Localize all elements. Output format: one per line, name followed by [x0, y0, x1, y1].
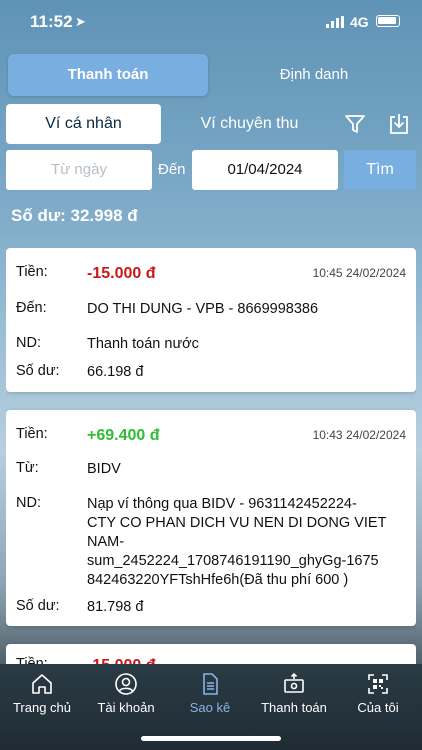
- payment-icon: [284, 672, 304, 693]
- tab-label: Thanh toán: [261, 700, 327, 715]
- signal-icon: [326, 16, 344, 28]
- note-label: ND:: [16, 495, 41, 511]
- amount-value: -15.000 đ: [87, 656, 406, 664]
- download-icon[interactable]: [387, 112, 411, 136]
- network-type: 4G: [350, 14, 369, 30]
- tab-sao-ke[interactable]: Sao kê: [168, 672, 252, 715]
- battery-icon: [376, 15, 400, 27]
- to-label: Đến: [158, 161, 186, 178]
- transaction-card[interactable]: Tiền: +69.400 đ 10:43 24/02/2024 Từ: BID…: [6, 410, 416, 626]
- current-balance: Số dư: 32.998 đ: [11, 206, 138, 225]
- tab-vi-ca-nhan[interactable]: Ví cá nhân: [6, 104, 161, 144]
- amount-label: Tiền:: [16, 656, 48, 664]
- tab-label: Sao kê: [189, 700, 231, 715]
- tab-label: Tài khoản: [97, 700, 155, 715]
- balance-value: 66.198 đ: [87, 364, 144, 380]
- amount-label: Tiền:: [16, 426, 48, 442]
- tab-tai-khoan[interactable]: Tài khoản: [84, 672, 168, 715]
- tab-trang-chu[interactable]: Trang chủ: [0, 672, 84, 715]
- user-icon: [115, 673, 137, 695]
- balance-label: Số dư:: [16, 598, 60, 614]
- to-date-field[interactable]: 01/04/2024: [192, 150, 338, 190]
- tab-label: Trang chủ: [12, 700, 72, 715]
- note-value: Nạp ví thông qua BIDV - 9631142452224- C…: [87, 496, 387, 588]
- note-value: Thanh toán nước: [87, 336, 199, 352]
- home-icon: [32, 674, 52, 694]
- party-label: Từ:: [16, 460, 39, 476]
- transaction-time: 10:45 24/02/2024: [312, 266, 406, 280]
- tab-dinh-danh[interactable]: Định danh: [214, 54, 414, 96]
- transaction-card[interactable]: Tiền: -15.000 đ 10:45 24/02/2024 Đến: DO…: [6, 248, 416, 392]
- note-label: ND:: [16, 335, 41, 351]
- amount-label: Tiền:: [16, 264, 48, 280]
- tab-cua-toi[interactable]: Của tôi: [336, 672, 420, 715]
- home-indicator: [141, 736, 281, 741]
- top-segmented-control: Thanh toán Định danh: [8, 54, 414, 96]
- tab-thanh-toan-bottom[interactable]: Thanh toán: [252, 672, 336, 715]
- tab-vi-chuyen-thu[interactable]: Ví chuyên thu: [172, 104, 327, 144]
- transaction-time: 10:43 24/02/2024: [312, 428, 406, 442]
- date-filter: Từ ngày Đến 01/04/2024 Tìm: [6, 150, 416, 190]
- balance-label: Số dư:: [16, 363, 60, 379]
- tab-thanh-toan[interactable]: Thanh toán: [8, 54, 208, 96]
- party-label: Đến:: [16, 300, 47, 316]
- location-arrow-icon: ➤: [75, 14, 86, 29]
- balance-value: 81.798 đ: [87, 599, 144, 615]
- from-date-field[interactable]: Từ ngày: [6, 150, 152, 190]
- transaction-card[interactable]: Tiền: -15.000 đ: [6, 644, 416, 664]
- filter-icon[interactable]: [343, 112, 367, 136]
- status-time: 11:52: [30, 12, 73, 31]
- qr-icon: [368, 674, 388, 694]
- party-value: DO THI DUNG - VPB - 8669998386: [87, 301, 319, 317]
- document-icon: [203, 673, 218, 695]
- status-bar: 11:52 ➤ 4G: [0, 0, 422, 48]
- transaction-list[interactable]: Tiền: -15.000 đ 10:45 24/02/2024 Đến: DO…: [6, 248, 416, 664]
- search-button[interactable]: Tìm: [344, 150, 416, 190]
- wallet-segmented-control: Ví cá nhân Ví chuyên thu: [6, 104, 416, 146]
- party-value: BIDV: [87, 461, 121, 477]
- tab-label: Của tôi: [357, 700, 399, 715]
